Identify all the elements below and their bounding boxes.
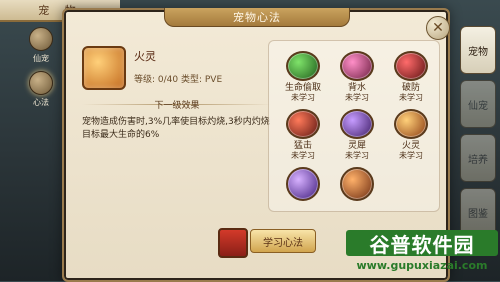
tab-immortal-pet[interactable]: 仙宠 bbox=[460, 80, 496, 128]
tab-train[interactable]: 培养 bbox=[460, 134, 496, 182]
skill-name: 破防 bbox=[401, 83, 420, 93]
pet-skill-screen: 宠 物 仙宠 心法 宠物 仙宠 培养 图鉴 宠物心法 ✕ 火灵 等级: 0/40… bbox=[0, 0, 500, 282]
skill-name: 灵犀 bbox=[347, 141, 366, 151]
skill-item[interactable]: 火灵 未学习 bbox=[385, 109, 437, 161]
life-steal-icon bbox=[286, 51, 320, 81]
left-sidebar-item-pet[interactable]: 仙宠 bbox=[22, 26, 60, 64]
skill-state: 未学习 bbox=[399, 151, 423, 160]
next-level-effect-title: 下一级效果 bbox=[154, 101, 200, 111]
pet-badge-icon bbox=[29, 26, 53, 51]
skill-item[interactable]: 猛击 未学习 bbox=[277, 109, 329, 161]
left-sidebar-item-label: 心法 bbox=[33, 97, 49, 107]
skill-badge-icon bbox=[29, 70, 53, 95]
right-tabs: 宠物 仙宠 培养 图鉴 bbox=[460, 26, 500, 256]
pet-meta: 等级: 0/40 类型: PVE bbox=[134, 75, 223, 85]
skill-name: 背水 bbox=[347, 83, 366, 93]
skill-item[interactable]: 破防 未学习 bbox=[385, 51, 437, 103]
left-sidebar-item-skill[interactable]: 心法 bbox=[22, 70, 60, 108]
skill-state: 未学习 bbox=[399, 93, 423, 102]
skill-state: 未学习 bbox=[345, 151, 369, 160]
tab-label: 仙宠 bbox=[468, 100, 488, 112]
tab-label: 培养 bbox=[468, 154, 488, 166]
backwater-icon bbox=[340, 51, 374, 81]
skill-state: 未学习 bbox=[291, 93, 315, 102]
skill-name: 猛击 bbox=[293, 141, 312, 151]
fire-slash-icon bbox=[340, 167, 374, 201]
skill-item[interactable]: 灵犀 未学习 bbox=[331, 109, 383, 161]
watermark-main-text: 谷普软件园 bbox=[369, 232, 475, 257]
skills-panel: 生命偷取 未学习 背水 未学习 破防 未学习 猛击 未学习 灵犀 未学习 火灵 … bbox=[268, 40, 440, 212]
tab-label: 图鉴 bbox=[468, 208, 488, 220]
left-sidebar: 仙宠 心法 bbox=[22, 26, 60, 266]
dialog-title: 宠物心法 bbox=[233, 11, 281, 24]
skill-name: 生命偷取 bbox=[284, 83, 321, 93]
pet-info-panel: 火灵 等级: 0/40 类型: PVE 下一级效果 宠物造成伤害时,3%几率使目… bbox=[82, 38, 272, 228]
fire-spirit-icon bbox=[394, 109, 428, 139]
skill-state: 未学习 bbox=[291, 151, 315, 160]
close-icon: ✕ bbox=[432, 20, 444, 36]
close-button[interactable]: ✕ bbox=[426, 16, 450, 40]
skill-name: 火灵 bbox=[401, 141, 420, 151]
skill-item[interactable] bbox=[331, 167, 383, 219]
break-defense-icon bbox=[394, 51, 428, 81]
left-sidebar-item-label: 仙宠 bbox=[33, 53, 49, 63]
dialog-header: 宠物心法 bbox=[164, 8, 350, 27]
skill-item[interactable] bbox=[277, 167, 329, 219]
tab-label: 宠物 bbox=[468, 46, 488, 58]
watermark-logo: 谷普软件园 bbox=[346, 230, 498, 257]
pet-name: 火灵 bbox=[134, 50, 156, 63]
learn-skill-button[interactable]: 学习心法 bbox=[250, 229, 316, 253]
watermark-url: www.gupuxiazai.com bbox=[356, 259, 488, 272]
spirit-icon bbox=[340, 109, 374, 139]
fire-spirit-card-icon bbox=[82, 46, 126, 90]
skill-state: 未学习 bbox=[345, 93, 369, 102]
skill-book-icon[interactable] bbox=[218, 228, 248, 258]
strike-icon bbox=[286, 109, 320, 139]
next-level-effect-text: 宠物造成伤害时,3%几率使目标灼烧,3秒内灼烧目标最大生命的6% bbox=[82, 117, 270, 140]
learn-skill-button-label: 学习心法 bbox=[263, 237, 303, 249]
purple-slash-icon bbox=[286, 167, 320, 201]
tab-pet[interactable]: 宠物 bbox=[460, 26, 496, 74]
skill-item[interactable]: 生命偷取 未学习 bbox=[277, 51, 329, 103]
skill-item[interactable]: 背水 未学习 bbox=[331, 51, 383, 103]
